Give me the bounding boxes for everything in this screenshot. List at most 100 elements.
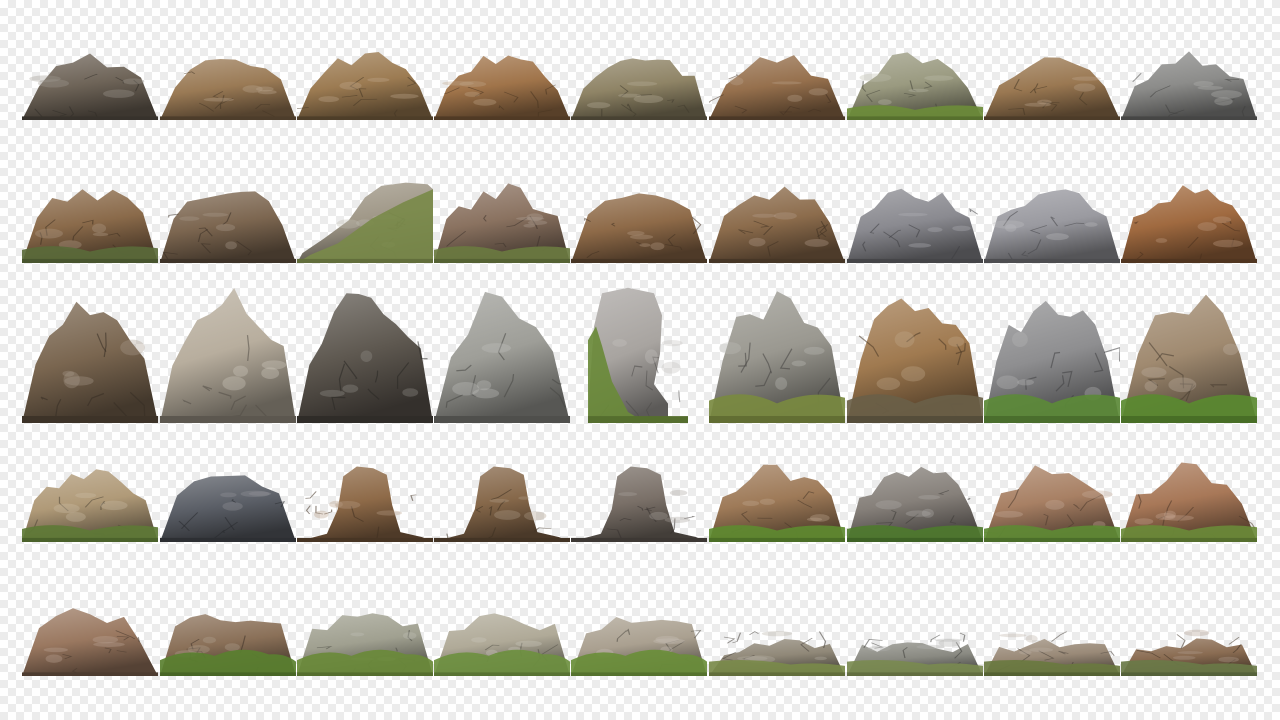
rock-body — [709, 186, 845, 263]
rock-image — [847, 188, 983, 263]
rock-highlight — [367, 77, 390, 82]
rock-highlight — [75, 492, 97, 499]
rock-highlight — [1073, 83, 1096, 92]
rock-cutout-rock — [571, 48, 707, 120]
rock-highlight — [1046, 233, 1069, 241]
rock-image — [709, 291, 845, 423]
ground-strip — [984, 672, 1120, 676]
rock-highlight — [402, 388, 419, 397]
rock-highlight — [1172, 655, 1196, 660]
rock-highlight — [639, 243, 651, 247]
rock-cutout-grassy-slope — [297, 181, 433, 263]
rock-highlight — [452, 381, 480, 396]
rock-highlight — [220, 492, 237, 498]
rock-cutout-rock — [434, 48, 570, 120]
rock-highlight — [629, 234, 654, 240]
rock-highlight — [901, 366, 926, 382]
ground-strip — [160, 416, 296, 423]
rock-image — [571, 466, 707, 542]
rock-highlight — [65, 512, 86, 522]
rock-image — [22, 301, 158, 423]
rock-image — [847, 632, 983, 676]
rock-cutout-rock — [434, 283, 570, 423]
rock-highlight — [515, 216, 545, 221]
rock-highlight — [752, 213, 777, 218]
rock-image — [984, 57, 1120, 120]
rock-highlight — [787, 94, 803, 102]
rock-crack — [967, 497, 971, 500]
rock-cutout-grassy-rock — [1121, 460, 1257, 542]
rock-crack — [533, 527, 552, 532]
rock-body — [709, 55, 845, 120]
rock-highlight — [618, 93, 642, 98]
rock-cutout-tall-rock — [588, 285, 688, 423]
rock-image — [160, 475, 296, 542]
rock-cutout-rock — [22, 181, 158, 263]
rock-highlight — [92, 232, 109, 237]
rock-image — [22, 189, 158, 263]
rock-highlight — [527, 220, 548, 225]
rock-highlight — [999, 633, 1027, 638]
rock-body — [160, 288, 296, 423]
rock-image — [22, 608, 158, 676]
rock-image — [1121, 462, 1257, 542]
rock-highlight — [390, 93, 419, 99]
rock-highlight — [875, 500, 902, 510]
rock-highlight — [1081, 490, 1113, 499]
rock-image — [571, 617, 707, 676]
rock-image — [1121, 51, 1257, 120]
rock-image — [22, 53, 158, 120]
rock-highlight — [918, 494, 941, 500]
rock-highlight — [261, 360, 287, 370]
rock-highlight — [53, 503, 80, 514]
ground-strip — [1121, 672, 1257, 676]
rock-highlight — [1214, 97, 1233, 106]
rock-highlight — [742, 500, 760, 507]
rock-highlight — [329, 500, 343, 508]
rock-cutout-grassy-rock — [709, 283, 845, 423]
rock-cutout-grassy-rock — [1121, 283, 1257, 423]
rock-image — [434, 466, 570, 542]
rock-highlight — [729, 76, 744, 86]
rock-highlight — [92, 223, 107, 234]
rock-crack — [749, 631, 759, 635]
ground-strip — [847, 416, 983, 423]
rock-crack — [678, 390, 681, 403]
rock-image — [709, 186, 845, 263]
ground-strip — [297, 672, 433, 676]
rock-highlight — [719, 342, 742, 355]
rock-image — [709, 464, 845, 542]
rock-highlight — [342, 384, 359, 393]
rock-highlight — [103, 89, 135, 98]
rock-crack — [305, 491, 317, 499]
rock-cutout-rock — [22, 604, 158, 676]
ground-strip — [297, 258, 433, 263]
rock-crack — [410, 494, 417, 501]
rock-highlight — [402, 632, 417, 640]
rock-crack — [723, 636, 736, 644]
ground-strip — [588, 416, 688, 423]
rock-highlight — [947, 336, 965, 347]
rock-highlight — [471, 637, 487, 643]
rock-highlight — [644, 349, 658, 364]
rock-highlight — [1019, 650, 1032, 655]
ground-strip — [1121, 258, 1257, 263]
ground-strip — [1121, 537, 1257, 542]
rock-highlight — [653, 638, 686, 645]
rock-highlight — [464, 91, 480, 97]
rock-highlight — [664, 516, 691, 523]
ground-strip — [847, 537, 983, 542]
ground-strip — [160, 258, 296, 263]
ground-strip — [160, 116, 296, 120]
rock-highlight — [476, 380, 492, 391]
rock-highlight — [1177, 651, 1203, 655]
rock-cutout-rock — [297, 283, 433, 423]
rock-highlight — [1211, 90, 1242, 99]
rock-highlight — [924, 75, 954, 81]
rock-image — [571, 193, 707, 263]
rock-cutout-rock — [984, 48, 1120, 120]
rock-cutout-sheet — [0, 0, 1280, 720]
rock-cutout-grassy-mound — [571, 604, 707, 676]
rock-highlight — [803, 346, 825, 355]
rock-image — [588, 287, 688, 423]
